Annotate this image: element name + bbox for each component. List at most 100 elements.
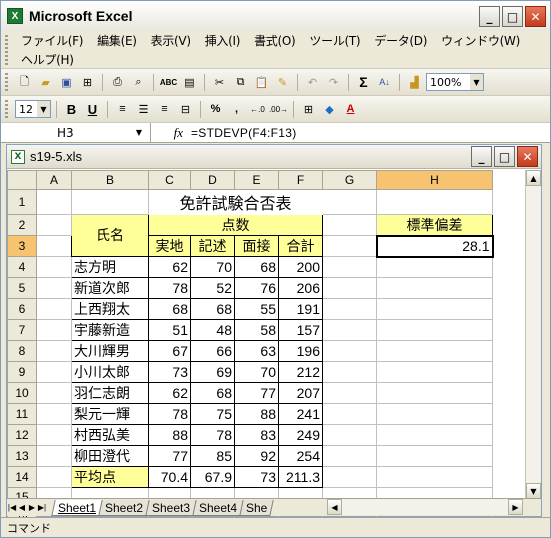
paste-icon[interactable]: 📋 bbox=[252, 73, 271, 92]
menu-tools[interactable]: ツール(T) bbox=[303, 32, 368, 49]
save-icon[interactable]: ▣ bbox=[57, 73, 76, 92]
increase-decimal-icon[interactable]: ←.0 bbox=[248, 100, 267, 119]
row-header[interactable]: 11 bbox=[7, 403, 37, 426]
header-sub-cell[interactable]: 面接 bbox=[234, 235, 279, 258]
score-cell[interactable]: 68 bbox=[190, 382, 235, 405]
row-header[interactable]: 1 bbox=[7, 188, 37, 215]
sheet-tab-1[interactable]: Sheet1 bbox=[51, 499, 103, 516]
bold-button[interactable]: B bbox=[62, 100, 81, 119]
score-cell[interactable]: 212 bbox=[278, 361, 323, 384]
score-cell[interactable]: 249 bbox=[278, 424, 323, 447]
cell[interactable] bbox=[322, 213, 377, 237]
score-cell[interactable]: 66 bbox=[190, 340, 235, 363]
name-cell[interactable]: 志方明 bbox=[71, 256, 149, 279]
maximize-button[interactable]: □ bbox=[502, 6, 523, 27]
formula-input[interactable]: =STDEVP(F4:F13) bbox=[191, 126, 297, 140]
first-sheet-icon[interactable]: |◀ bbox=[7, 503, 17, 512]
cell[interactable] bbox=[36, 235, 72, 258]
score-cell[interactable]: 73 bbox=[148, 361, 191, 384]
cell[interactable] bbox=[36, 340, 72, 363]
print-preview-icon[interactable]: ⌕ bbox=[129, 73, 148, 92]
align-center-icon[interactable]: ☰ bbox=[134, 100, 153, 119]
cell[interactable] bbox=[322, 298, 377, 321]
score-cell[interactable]: 83 bbox=[234, 424, 279, 447]
fill-color-icon[interactable]: ◆ bbox=[320, 100, 339, 119]
merge-center-icon[interactable]: ⊟ bbox=[176, 100, 195, 119]
name-cell[interactable]: 大川輝男 bbox=[71, 340, 149, 363]
vertical-scrollbar[interactable]: ▲ ▼ bbox=[525, 170, 541, 499]
column-header-selected[interactable]: H bbox=[376, 170, 493, 190]
name-box[interactable]: H3 ▼ bbox=[1, 123, 151, 142]
column-header[interactable]: D bbox=[190, 170, 235, 190]
function-icon[interactable]: fx bbox=[151, 125, 191, 141]
cell[interactable] bbox=[376, 361, 493, 384]
name-cell[interactable]: 柳田澄代 bbox=[71, 445, 149, 468]
sheet-tab-2[interactable]: Sheet2 bbox=[98, 499, 150, 516]
cell[interactable] bbox=[322, 403, 377, 426]
prev-sheet-icon[interactable]: ◀ bbox=[17, 503, 27, 512]
row-header-selected[interactable]: 3 bbox=[7, 235, 37, 258]
cell[interactable] bbox=[322, 188, 377, 215]
cell[interactable] bbox=[322, 277, 377, 300]
cell[interactable] bbox=[376, 382, 493, 405]
score-cell[interactable]: 157 bbox=[278, 319, 323, 342]
score-cell[interactable]: 78 bbox=[190, 424, 235, 447]
cut-icon[interactable]: ✂ bbox=[210, 73, 229, 92]
align-left-icon[interactable]: ≡ bbox=[113, 100, 132, 119]
row-header[interactable]: 12 bbox=[7, 424, 37, 447]
format-painter-icon[interactable]: ✎ bbox=[273, 73, 292, 92]
scroll-down-icon[interactable]: ▼ bbox=[526, 483, 541, 499]
copy-icon[interactable]: ⧉ bbox=[231, 73, 250, 92]
percent-button[interactable]: % bbox=[206, 100, 225, 119]
score-cell[interactable]: 200 bbox=[278, 256, 323, 279]
close-button[interactable]: ✕ bbox=[525, 6, 546, 27]
cell[interactable] bbox=[376, 188, 493, 215]
menu-edit[interactable]: 編集(E) bbox=[91, 32, 144, 49]
underline-button[interactable]: U bbox=[83, 100, 102, 119]
cell[interactable] bbox=[376, 340, 493, 363]
score-cell[interactable]: 75 bbox=[190, 403, 235, 426]
name-cell[interactable]: 村西弘美 bbox=[71, 424, 149, 447]
column-header[interactable]: E bbox=[234, 170, 279, 190]
cell[interactable] bbox=[376, 445, 493, 468]
score-cell[interactable]: 254 bbox=[278, 445, 323, 468]
decrease-decimal-icon[interactable]: .00→ bbox=[269, 100, 288, 119]
header-sub-cell[interactable]: 実地 bbox=[148, 235, 191, 258]
research-icon[interactable]: ▤ bbox=[180, 73, 199, 92]
new-icon[interactable]: 🗋 bbox=[15, 73, 34, 92]
cell[interactable] bbox=[376, 256, 493, 279]
score-cell[interactable]: 92 bbox=[234, 445, 279, 468]
column-header[interactable]: B bbox=[71, 170, 149, 190]
cell[interactable] bbox=[322, 424, 377, 447]
cell[interactable] bbox=[322, 235, 377, 258]
cell[interactable] bbox=[376, 277, 493, 300]
menu-file[interactable]: ファイル(F) bbox=[15, 32, 91, 49]
sheet-title-cell[interactable]: 免許試験合否表 bbox=[149, 189, 323, 214]
minimize-button[interactable]: _ bbox=[479, 6, 500, 27]
name-cell[interactable]: 宇藤新造 bbox=[71, 319, 149, 342]
name-cell[interactable]: 上西翔太 bbox=[71, 298, 149, 321]
score-cell[interactable]: 67 bbox=[148, 340, 191, 363]
header-points-cell[interactable]: 点数 bbox=[148, 213, 323, 237]
cell[interactable] bbox=[36, 445, 72, 468]
autosum-icon[interactable]: Σ bbox=[354, 73, 373, 92]
score-cell[interactable]: 52 bbox=[190, 277, 235, 300]
last-sheet-icon[interactable]: ▶| bbox=[37, 503, 47, 512]
sheet-tab-3[interactable]: Sheet3 bbox=[145, 499, 197, 516]
avg-cell[interactable]: 211.3 bbox=[278, 466, 323, 489]
score-cell[interactable]: 88 bbox=[234, 403, 279, 426]
cell[interactable] bbox=[36, 277, 72, 300]
cell[interactable] bbox=[376, 403, 493, 426]
menu-insert[interactable]: 挿入(I) bbox=[199, 32, 248, 49]
column-header[interactable]: F bbox=[278, 170, 323, 190]
next-sheet-icon[interactable]: ▶ bbox=[27, 503, 37, 512]
row-header[interactable]: 14 bbox=[7, 466, 37, 489]
score-cell[interactable]: 62 bbox=[148, 382, 191, 405]
column-header[interactable]: G bbox=[322, 170, 377, 190]
score-cell[interactable]: 48 bbox=[190, 319, 235, 342]
undo-icon[interactable]: ↶ bbox=[303, 73, 322, 92]
score-cell[interactable]: 78 bbox=[148, 277, 191, 300]
row-header[interactable]: 10 bbox=[7, 382, 37, 405]
score-cell[interactable]: 68 bbox=[234, 256, 279, 279]
cell[interactable] bbox=[36, 213, 72, 237]
